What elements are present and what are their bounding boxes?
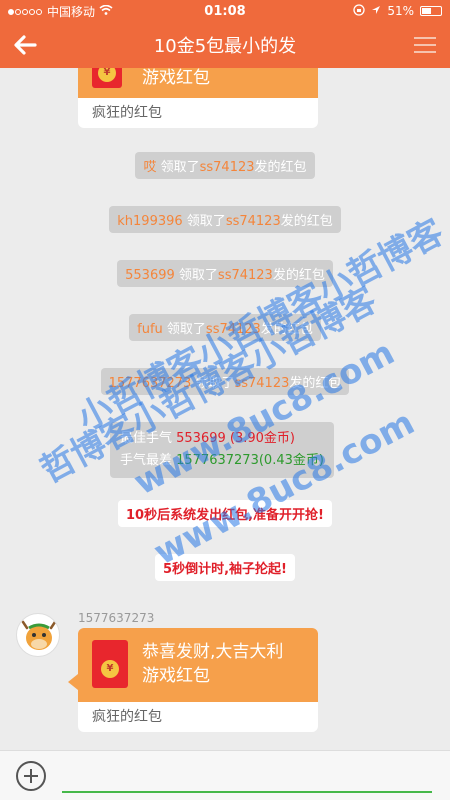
red-packet-footer: 疯狂的红包 bbox=[92, 709, 162, 725]
system-message: 哎 领取了ss74123发的红包 bbox=[0, 152, 450, 179]
red-packet-message-top[interactable]: ¥ 游戏红包 疯狂的红包 bbox=[78, 68, 318, 128]
back-button[interactable] bbox=[0, 22, 50, 68]
sender-name: ss74123 bbox=[199, 160, 255, 175]
red-envelope-icon: ¥ bbox=[92, 640, 128, 688]
red-packet-text: 恭喜发财,大吉大利 游戏红包 bbox=[142, 640, 283, 688]
red-packet-title: 游戏红包 bbox=[142, 68, 210, 88]
notice-text: 5秒倒计时,袖子抡起! bbox=[163, 562, 287, 577]
location-icon bbox=[371, 4, 381, 18]
claim-action: 领取了 bbox=[156, 160, 200, 175]
nav-bar: 10金5包最小的发 bbox=[0, 22, 450, 68]
wifi-icon bbox=[99, 4, 113, 18]
best-luck-row: 最佳手气 553699 (3.90金币) bbox=[120, 428, 324, 450]
claimer-name: 1577637273 bbox=[108, 376, 192, 391]
claimer-name: 哎 bbox=[143, 160, 157, 175]
system-notice: 5秒倒计时,袖子抡起! bbox=[0, 554, 450, 581]
sender-name: ss74123 bbox=[225, 214, 281, 229]
best-luck-label: 最佳手气 bbox=[120, 431, 177, 446]
notice-text: 10秒后系统发出红包,准备开开抢! bbox=[126, 508, 324, 523]
system-pill: 哎 领取了ss74123发的红包 bbox=[135, 152, 315, 179]
red-packet-text: 游戏红包 bbox=[142, 68, 210, 90]
red-envelope-icon: ¥ bbox=[92, 68, 122, 88]
system-pill: 1577637273 领取了ss74123发的红包 bbox=[100, 368, 350, 395]
claim-tail: 发的红包 bbox=[254, 160, 307, 175]
claim-tail: 发的红包 bbox=[272, 268, 325, 283]
claim-action: 领取了 bbox=[182, 214, 226, 229]
claim-tail: 发的红包 bbox=[289, 376, 342, 391]
sender-name: ss74123 bbox=[217, 268, 273, 283]
claim-action: 领取了 bbox=[174, 268, 218, 283]
system-notice: 10秒后系统发出红包,准备开开抢! bbox=[0, 500, 450, 527]
claim-tail: 发的红包 bbox=[260, 322, 313, 337]
battery-icon bbox=[420, 6, 442, 16]
menu-button[interactable] bbox=[400, 22, 450, 68]
coin-icon: ¥ bbox=[101, 660, 119, 678]
coin-icon: ¥ bbox=[98, 68, 116, 82]
cow-avatar-icon bbox=[21, 620, 57, 650]
notice-pill: 5秒倒计时,袖子抡起! bbox=[155, 554, 295, 581]
red-packet-top: ¥ 恭喜发财,大吉大利 游戏红包 bbox=[78, 628, 318, 702]
claimer-name: fufu bbox=[137, 322, 163, 337]
add-attachment-button[interactable] bbox=[16, 760, 46, 791]
battery-label: 51% bbox=[387, 4, 414, 18]
red-packet-greeting: 恭喜发财,大吉大利 bbox=[142, 642, 284, 662]
signal-icon bbox=[8, 4, 43, 18]
red-packet-title: 游戏红包 bbox=[142, 666, 210, 686]
system-message: 553699 领取了ss74123发的红包 bbox=[0, 260, 450, 287]
sender-username: 1577637273 bbox=[78, 611, 155, 625]
claim-action: 领取了 bbox=[162, 322, 206, 337]
back-arrow-icon bbox=[14, 35, 37, 55]
system-message: fufu 领取了ss74123发的红包 bbox=[0, 314, 450, 341]
hamburger-icon bbox=[414, 37, 436, 53]
notice-pill: 10秒后系统发出红包,准备开开抢! bbox=[118, 500, 332, 527]
sender-name: ss74123 bbox=[205, 322, 261, 337]
status-bar: 中国移动 01:08 51% bbox=[0, 0, 450, 22]
red-packet-top: ¥ 游戏红包 bbox=[78, 68, 318, 98]
message-input[interactable] bbox=[62, 758, 432, 793]
avatar[interactable] bbox=[16, 613, 60, 657]
status-right: 51% bbox=[353, 3, 442, 19]
page-title: 10金5包最小的发 bbox=[153, 36, 297, 57]
system-message: kh199396 领取了ss74123发的红包 bbox=[0, 206, 450, 233]
system-pill: kh199396 领取了ss74123发的红包 bbox=[109, 206, 341, 233]
system-pill: fufu 领取了ss74123发的红包 bbox=[129, 314, 321, 341]
red-packet-message[interactable]: ¥ 恭喜发财,大吉大利 游戏红包 疯狂的红包 bbox=[78, 628, 318, 732]
luck-summary: 最佳手气 553699 (3.90金币) 手气最差 1577637273(0.4… bbox=[110, 422, 334, 478]
system-pill: 553699 领取了ss74123发的红包 bbox=[117, 260, 333, 287]
bubble-arrow bbox=[68, 674, 78, 690]
worst-luck-value: 1577637273(0.43金币) bbox=[176, 453, 324, 468]
carrier-label: 中国移动 bbox=[47, 4, 96, 19]
chat-area[interactable]: ¥ 游戏红包 疯狂的红包 哎 领取了ss74123发的红包 kh199396 领… bbox=[0, 68, 450, 750]
worst-luck-row: 手气最差 1577637273(0.43金币) bbox=[120, 450, 324, 472]
claim-action: 领取了 bbox=[191, 376, 235, 391]
status-left: 中国移动 bbox=[8, 3, 353, 20]
input-bar bbox=[0, 750, 450, 800]
sender-name: ss74123 bbox=[234, 376, 290, 391]
claimer-name: kh199396 bbox=[117, 214, 183, 229]
claimer-name: 553699 bbox=[125, 268, 175, 283]
red-packet-footer: 疯狂的红包 bbox=[92, 105, 162, 121]
rotation-lock-icon bbox=[353, 3, 365, 19]
claim-tail: 发的红包 bbox=[280, 214, 333, 229]
system-message: 1577637273 领取了ss74123发的红包 bbox=[0, 368, 450, 395]
best-luck-value: 553699 (3.90金币) bbox=[176, 431, 295, 446]
worst-luck-label: 手气最差 bbox=[120, 453, 177, 468]
